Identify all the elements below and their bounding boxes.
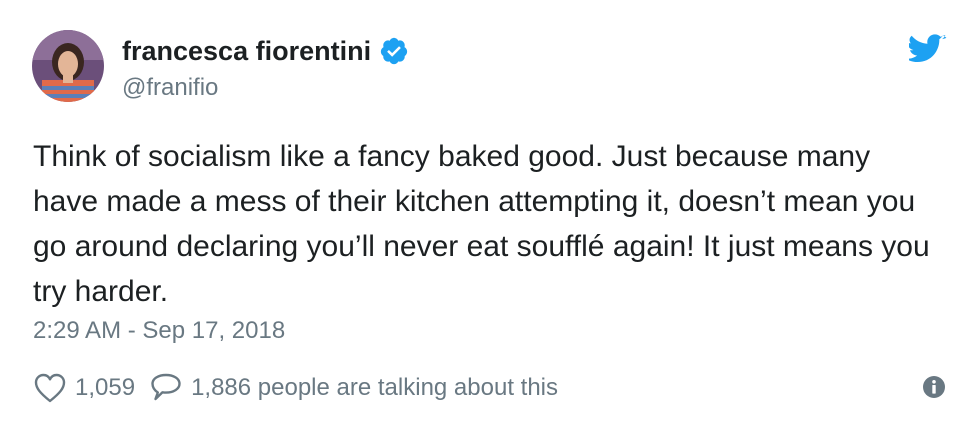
twitter-bird-icon[interactable] bbox=[905, 34, 947, 66]
author-handle[interactable]: @franifio bbox=[122, 72, 218, 104]
avatar[interactable] bbox=[32, 30, 104, 102]
talking-count: 1,886 people are talking about this bbox=[191, 374, 558, 401]
author-name-row: francesca fiorentini bbox=[122, 33, 409, 69]
tweet-actions: 1,059 1,886 people are talking about thi… bbox=[33, 368, 558, 408]
avatar-image bbox=[32, 30, 104, 102]
speech-bubble-icon bbox=[149, 372, 183, 404]
reply-button[interactable]: 1,886 people are talking about this bbox=[149, 372, 558, 404]
like-button[interactable]: 1,059 bbox=[33, 372, 135, 404]
like-count: 1,059 bbox=[75, 374, 136, 401]
info-icon[interactable] bbox=[922, 375, 946, 399]
heart-icon bbox=[33, 372, 67, 404]
tweet-text: Think of socialism like a fancy baked go… bbox=[33, 140, 930, 308]
tweet-timestamp[interactable]: 2:29 AM - Sep 17, 2018 bbox=[33, 314, 285, 348]
verified-badge-icon bbox=[379, 36, 409, 66]
display-name[interactable]: francesca fiorentini bbox=[122, 33, 371, 69]
